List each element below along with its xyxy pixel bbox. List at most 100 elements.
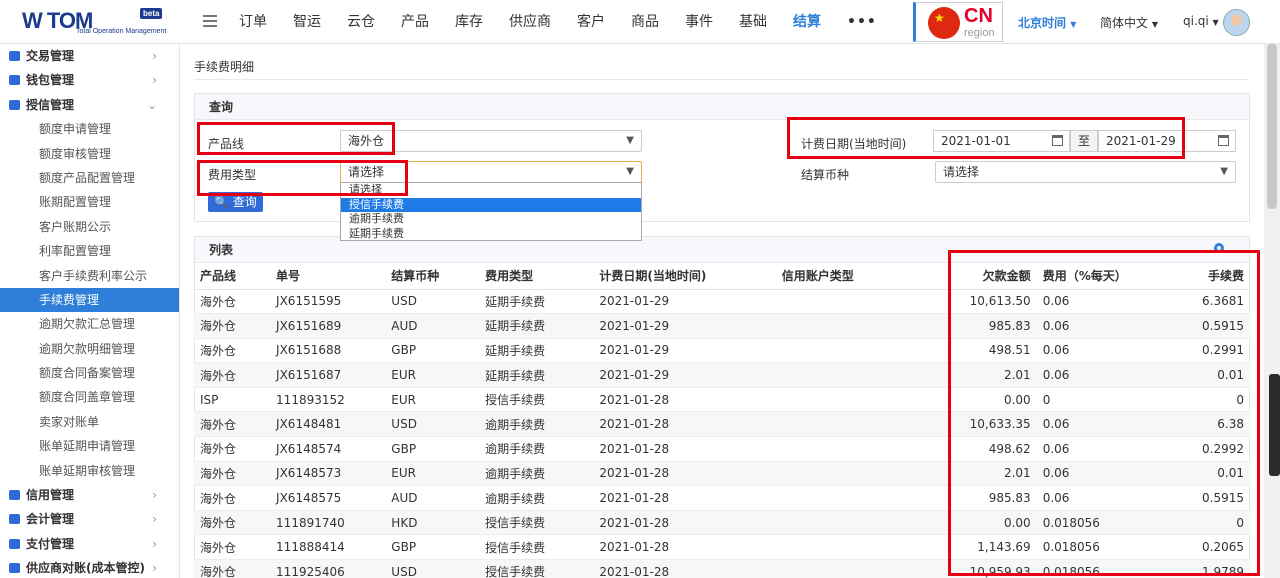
timezone-dropdown[interactable]: 北京时间 ▼ [1018, 14, 1076, 31]
calendar-icon[interactable] [1052, 135, 1063, 146]
sidebar-item[interactable]: 授信管理 ⌄ [0, 93, 179, 117]
user-name: qi.qi [1183, 14, 1209, 28]
table-row[interactable]: 海外仓 JX6151595 USD 延期手续费 2021-01-29 10,613.50 0… [194, 289, 1250, 315]
avatar[interactable] [1223, 9, 1250, 36]
sidebar-item[interactable]: 逾期欠款明细管理 [0, 337, 179, 361]
table-row[interactable]: 海外仓 111888414 GBP 授信手续费 2021-01-28 1,143.69 0.… [194, 534, 1250, 561]
dropdown-option[interactable]: 请选择 [341, 183, 641, 198]
table-row[interactable]: 海外仓 JX6151687 EUR 延期手续费 2021-01-29 2.01 0.06 0.… [194, 362, 1250, 388]
sidebar-item[interactable]: 逾期欠款汇总管理 [0, 312, 179, 336]
nav-item[interactable]: 商品 [631, 0, 659, 44]
sidebar-item[interactable]: 额度合同备案管理 [0, 361, 179, 385]
sidebar-item[interactable]: 手续费管理 [0, 287, 179, 313]
menu-icon [9, 51, 20, 61]
date-to-input[interactable]: 2021-01-29 [1098, 130, 1236, 152]
nav-item[interactable]: 智运 [293, 0, 321, 44]
sidebar-item-label: 账期配置管理 [39, 195, 112, 210]
search-button[interactable]: 🔍 查询 [208, 192, 263, 212]
scrollbar[interactable] [1264, 44, 1280, 578]
table-row[interactable]: 海外仓 JX6148481 USD 逾期手续费 2021-01-28 10,633.35 0… [194, 411, 1250, 438]
sidebar-item[interactable]: 账单延期申请管理 [0, 434, 179, 458]
nav-item[interactable]: 基础 [739, 0, 767, 44]
region-switcher[interactable]: CN region [913, 2, 1003, 42]
table-cell: 延期手续费 [479, 362, 594, 388]
gear-icon[interactable] [1214, 243, 1224, 253]
menu-icon [9, 514, 20, 525]
nav-item[interactable]: 订单 [239, 0, 267, 44]
table-row[interactable]: ISP 111893152 EUR 授信手续费 2021-01-28 0.00 0 0 [194, 387, 1250, 413]
table-row[interactable]: 海外仓 111925406 USD 授信手续费 2021-01-28 10,959.93 0… [194, 559, 1250, 578]
nav-item[interactable]: 客户 [577, 0, 605, 44]
sidebar-item[interactable]: 钱包管理 › [0, 68, 179, 92]
side-widget[interactable] [1269, 374, 1280, 476]
table-cell: 授信手续费 [479, 534, 594, 561]
sidebar-item[interactable]: 利率配置管理 [0, 239, 179, 263]
nav-item[interactable]: 云仓 [347, 0, 375, 44]
column-header[interactable]: 手续费 [1175, 263, 1250, 290]
chevron-icon: › [152, 536, 157, 551]
column-header[interactable]: 欠款金额 [956, 263, 1037, 290]
nav-item[interactable]: 产品 [401, 0, 429, 44]
column-header[interactable]: 结算币种 [385, 263, 480, 290]
language-dropdown[interactable]: 简体中文 ▼ [1100, 14, 1158, 31]
sidebar-item[interactable]: 账单延期审核管理 [0, 459, 179, 483]
nav-item[interactable]: 结算 [793, 0, 821, 44]
table-cell: 6.38 [1175, 411, 1250, 438]
sidebar-item-label: 客户手续费利率公示 [39, 268, 148, 283]
column-header[interactable]: 费用（%每天） [1036, 263, 1176, 290]
table-row[interactable]: 海外仓 JX6148575 AUD 逾期手续费 2021-01-28 985.83 0.06… [194, 485, 1250, 511]
chevron-icon: › [152, 512, 157, 527]
table-cell: 海外仓 [194, 461, 271, 487]
nav-item[interactable]: 供应商 [509, 0, 551, 44]
dropdown-option[interactable]: 逾期手续费 [341, 212, 641, 227]
sidebar-item[interactable]: 客户账期公示 [0, 215, 179, 239]
table-cell: 授信手续费 [479, 510, 594, 536]
nav-item[interactable]: ••• [847, 0, 877, 44]
sidebar-item[interactable]: 额度产品配置管理 [0, 166, 179, 190]
column-header[interactable]: 单号 [270, 263, 386, 290]
sidebar-item-label: 手续费管理 [39, 292, 100, 307]
nav-item[interactable]: 事件 [685, 0, 713, 44]
sidebar-item[interactable]: 会计管理 › [0, 507, 179, 531]
table-cell: 0.2992 [1175, 436, 1250, 462]
table-cell: 2021-01-28 [593, 510, 776, 536]
sidebar-item[interactable]: 额度申请管理 [0, 117, 179, 141]
sidebar-item[interactable]: 客户手续费利率公示 [0, 264, 179, 288]
scrollbar-thumb[interactable] [1267, 44, 1277, 209]
column-header[interactable]: 费用类型 [479, 263, 594, 290]
menu-toggle-icon[interactable] [203, 15, 217, 27]
sidebar-item[interactable]: 额度审核管理 [0, 142, 179, 166]
logo[interactable]: W TOM beta Total Operation Management [22, 6, 166, 38]
column-header[interactable]: 信用账户类型 [775, 263, 957, 290]
fee-type-select[interactable]: 请选择 ▼ [340, 161, 642, 183]
sidebar-item[interactable]: 供应商对账(成本管控) › [0, 556, 179, 578]
nav-item[interactable]: 库存 [455, 0, 483, 44]
query-panel-title: 查询 [195, 94, 1249, 120]
currency-select[interactable]: 请选择 ▼ [935, 161, 1236, 183]
table-cell: 0.2991 [1175, 338, 1250, 364]
dropdown-option[interactable]: 授信手续费 [341, 197, 641, 212]
sidebar-item[interactable]: 额度合同盖章管理 [0, 385, 179, 409]
chevron-down-icon: ▼ [1212, 18, 1219, 27]
table-row[interactable]: 海外仓 111891740 HKD 授信手续费 2021-01-28 0.00 0.0180… [194, 510, 1250, 536]
table-row[interactable]: 海外仓 JX6148574 GBP 逾期手续费 2021-01-28 498.62 0.06… [194, 436, 1250, 462]
table-row[interactable]: 海外仓 JX6148573 EUR 逾期手续费 2021-01-28 2.01 0.06 0.… [194, 461, 1250, 487]
user-menu[interactable]: qi.qi ▼ [1183, 14, 1219, 28]
sidebar-item[interactable]: 交易管理 › [0, 44, 179, 68]
sidebar-item-label: 授信管理 [26, 97, 75, 112]
sidebar-item[interactable]: 信用管理 › [0, 483, 179, 507]
table-cell: 海外仓 [194, 338, 271, 364]
column-header[interactable]: 产品线 [194, 263, 271, 290]
column-header[interactable]: 计费日期(当地时间) [593, 263, 776, 290]
date-from-input[interactable]: 2021-01-01 [933, 130, 1070, 152]
table-row[interactable]: 海外仓 JX6151688 GBP 延期手续费 2021-01-29 498.51 0.06… [194, 338, 1250, 364]
table-cell: 海外仓 [194, 510, 271, 536]
sidebar-item[interactable]: 卖家对账单 [0, 410, 179, 434]
fee-type-dropdown: 请选择 授信手续费 逾期手续费 延期手续费 [340, 182, 642, 241]
table-row[interactable]: 海外仓 JX6151689 AUD 延期手续费 2021-01-29 985.83 0.06… [194, 313, 1250, 339]
sidebar-item[interactable]: 支付管理 › [0, 532, 179, 556]
product-line-select[interactable]: 海外仓 ▼ [340, 130, 642, 152]
sidebar-item[interactable]: 账期配置管理 [0, 190, 179, 214]
calendar-icon[interactable] [1218, 135, 1229, 146]
dropdown-option[interactable]: 延期手续费 [341, 227, 641, 242]
